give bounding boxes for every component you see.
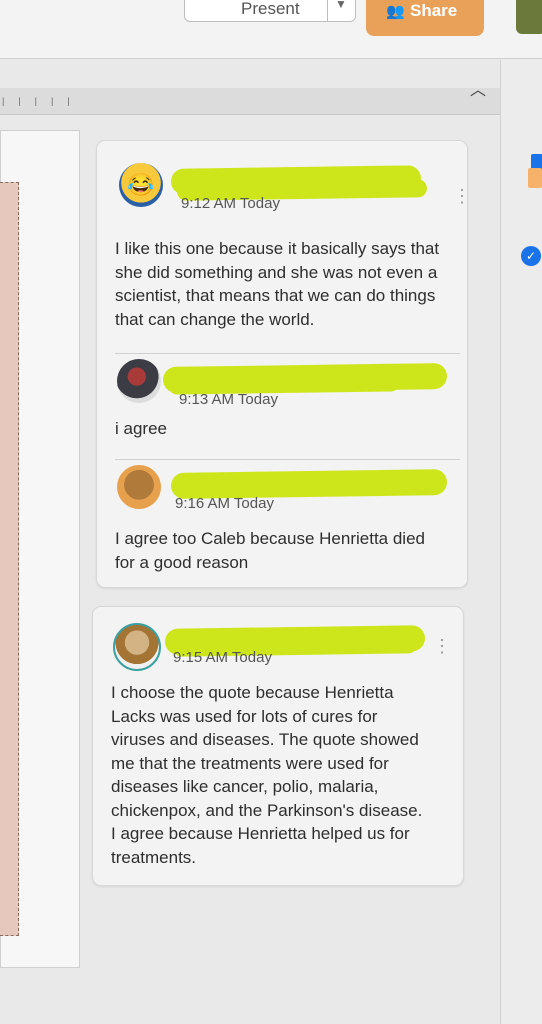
comment-text: i agree	[115, 419, 167, 438]
avatar	[117, 359, 161, 403]
keep-icon[interactable]	[528, 168, 542, 188]
avatar	[117, 465, 161, 509]
comment-text: I agree too Caleb because Henrietta died…	[115, 529, 425, 572]
side-panel-rail	[500, 60, 542, 1024]
people-icon: 👥	[386, 3, 405, 20]
divider	[115, 353, 460, 354]
more-options-icon[interactable]: ⋮	[433, 637, 451, 655]
comment-text: I like this one because it basically say…	[115, 239, 440, 329]
chevron-up-icon[interactable]: ︿	[470, 76, 486, 100]
comment-thread[interactable]: 😂 9:12 AM Today ⋮ I like this one becaus…	[96, 140, 471, 588]
comment-timestamp: 9:15 AM Today	[173, 649, 272, 666]
comment-timestamp: 9:16 AM Today	[175, 495, 274, 512]
present-label: Present	[241, 0, 300, 18]
top-toolbar: Present ▼ 👥 Share	[0, 0, 542, 59]
comment-thread[interactable]: 9:15 AM Today ⋮ I choose the quote becau…	[92, 606, 464, 886]
account-avatar[interactable]	[516, 0, 542, 34]
document-page[interactable]	[0, 182, 19, 936]
avatar	[113, 623, 161, 671]
ruler-ticks: |||||	[2, 96, 84, 106]
chevron-down-icon[interactable]: ▼	[335, 0, 347, 11]
emoji-icon: 😂	[127, 172, 155, 197]
share-button[interactable]: 👥 Share	[366, 0, 484, 36]
tasks-icon[interactable]: ✓	[521, 246, 541, 266]
comment-text: I choose the quote because Henrietta Lac…	[111, 683, 423, 867]
comment-timestamp: 9:13 AM Today	[179, 391, 278, 408]
present-divider	[327, 0, 328, 21]
comment-timestamp: 9:12 AM Today	[181, 195, 280, 212]
share-label: Share	[410, 1, 458, 20]
more-options-icon[interactable]: ⋮	[453, 187, 471, 205]
ruler: |||||	[0, 88, 500, 115]
divider	[115, 459, 460, 460]
avatar: 😂	[119, 163, 163, 207]
present-button[interactable]: Present ▼	[184, 0, 356, 22]
